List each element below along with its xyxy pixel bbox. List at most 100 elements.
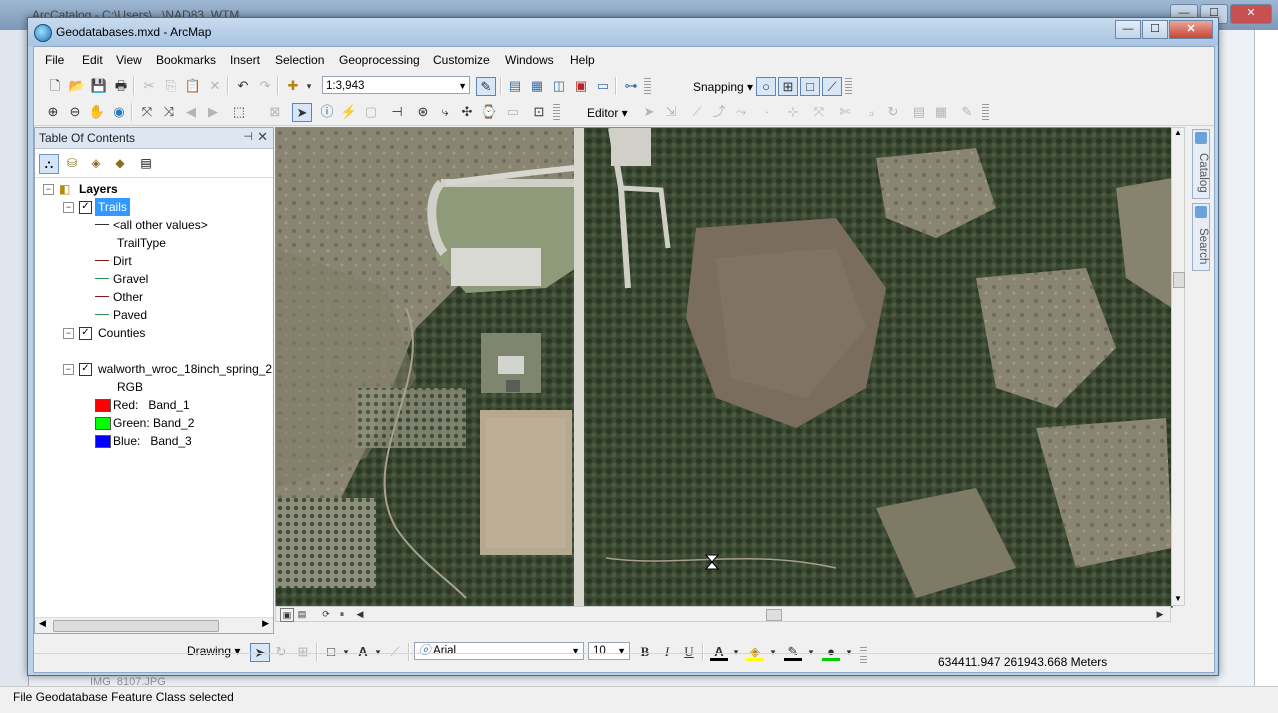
toc-close-icon[interactable]: ✕ [257, 129, 268, 145]
layer-name-raster[interactable]: walworth_wroc_18inch_spring_2 [98, 360, 272, 378]
catalog-tab[interactable]: Catalog [1192, 129, 1210, 199]
minimize-button[interactable]: — [1115, 20, 1141, 39]
scroll-left-icon[interactable]: ◀ [354, 608, 366, 620]
create-features-icon[interactable]: ✎ [958, 103, 976, 121]
measure-icon[interactable]: ⊣ [388, 103, 406, 121]
vertex-snapping-icon[interactable]: □ [800, 77, 820, 96]
sketch-properties-icon[interactable]: ▦ [932, 103, 950, 121]
list-by-drawing-order-icon[interactable]: ⛬ [39, 154, 59, 174]
collapse-icon[interactable]: − [63, 364, 74, 375]
identify-icon[interactable]: ⓘ [318, 103, 336, 121]
select-features-icon[interactable]: ⬚ [230, 103, 248, 121]
snapping-menu[interactable]: Snapping ▾ [693, 80, 753, 94]
layout-view-icon[interactable]: ▤ [296, 608, 308, 620]
point-icon[interactable]: ∙ [758, 103, 776, 121]
menu-help[interactable]: Help [570, 53, 595, 67]
edit-tool-icon[interactable]: ➤ [640, 103, 658, 121]
menu-windows[interactable]: Windows [505, 53, 554, 67]
close-button[interactable]: ✕ [1169, 20, 1213, 39]
copy-icon[interactable]: ⎘ [162, 77, 180, 95]
menu-selection[interactable]: Selection [275, 53, 324, 67]
search-window-icon[interactable]: ◫ [550, 77, 568, 95]
open-folder-icon[interactable]: 📂 [68, 77, 86, 95]
delete-icon[interactable]: ✕ [206, 77, 224, 95]
end-snapping-icon[interactable]: ⊞ [778, 77, 798, 96]
find-route-icon[interactable]: ⤷ [436, 103, 454, 121]
trace-icon[interactable]: ⤳ [732, 103, 750, 121]
endpoint-arc-icon[interactable]: ⤴ [710, 103, 728, 121]
split-tool-icon[interactable]: ⟓ [862, 103, 880, 121]
toc-horizontal-scrollbar[interactable]: ◀ ▶ [35, 617, 273, 633]
search-tab[interactable]: Search [1192, 203, 1210, 271]
layer-name-counties[interactable]: Counties [98, 324, 145, 342]
go-to-xy-icon[interactable]: ✣ [458, 103, 476, 121]
attributes-icon[interactable]: ▤ [910, 103, 928, 121]
scroll-thumb[interactable] [53, 620, 219, 632]
edit-annotation-icon[interactable]: ⇲ [662, 103, 680, 121]
scroll-right-icon[interactable]: ▶ [262, 618, 269, 629]
forward-arrow-icon[interactable]: ▶ [204, 103, 222, 121]
edit-vertices-icon[interactable]: ⊹ [784, 103, 802, 121]
layer-name-trails[interactable]: Trails [95, 198, 130, 216]
edge-snapping-icon[interactable]: ⟋ [822, 77, 842, 96]
rotate-icon[interactable]: ↻ [884, 103, 902, 121]
add-data-dropdown-icon[interactable]: ▾ [300, 77, 318, 95]
menu-customize[interactable]: Customize [433, 53, 490, 67]
model-builder-icon[interactable]: ⊶ [622, 77, 640, 95]
menu-file[interactable]: File [45, 53, 64, 67]
layer-visibility-checkbox[interactable]: ✓ [79, 327, 92, 340]
scroll-up-icon[interactable]: ▲ [1174, 128, 1182, 137]
full-extent-globe-icon[interactable]: ◉ [110, 103, 128, 121]
cut-icon[interactable]: ✂ [140, 77, 158, 95]
html-popup-icon[interactable]: ▢ [362, 103, 380, 121]
hyperlink-icon[interactable]: ⚡ [340, 103, 358, 121]
paste-icon[interactable]: 📋 [184, 77, 202, 95]
catalog-window-icon[interactable]: ▦ [528, 77, 546, 95]
fixed-zoom-in-icon[interactable]: ⤧ [138, 103, 156, 121]
layer-visibility-checkbox[interactable]: ✓ [79, 363, 92, 376]
pin-icon[interactable]: ⊣ [243, 130, 253, 143]
table-of-contents-icon[interactable]: ▤ [506, 77, 524, 95]
layer-visibility-checkbox[interactable]: ✓ [79, 201, 92, 214]
swipe-icon[interactable]: ⊡ [530, 103, 548, 121]
list-by-source-icon[interactable]: ⛁ [63, 154, 81, 172]
straight-segment-icon[interactable]: ⟋ [688, 103, 706, 121]
editor-menu[interactable]: Editor ▾ [587, 106, 628, 120]
cut-polygons-icon[interactable]: ✄ [836, 103, 854, 121]
back-arrow-icon[interactable]: ◀ [182, 103, 200, 121]
menu-view[interactable]: View [116, 53, 142, 67]
pause-drawing-icon[interactable]: ⏸ [336, 608, 348, 620]
collapse-icon[interactable]: − [63, 202, 74, 213]
select-elements-arrow-icon[interactable]: ➤ [292, 103, 312, 122]
collapse-icon[interactable]: − [43, 184, 54, 195]
point-snapping-icon[interactable]: ○ [756, 77, 776, 96]
time-slider-icon[interactable]: ⌚ [480, 103, 498, 121]
menu-geoprocessing[interactable]: Geoprocessing [339, 53, 420, 67]
create-viewer-icon[interactable]: ▭ [504, 103, 522, 121]
print-icon[interactable]: 🖶 [112, 77, 130, 95]
find-binoculars-icon[interactable]: ⊛ [414, 103, 432, 121]
data-view-icon[interactable]: ▣ [280, 608, 294, 622]
menu-bookmarks[interactable]: Bookmarks [156, 53, 216, 67]
scroll-right-icon[interactable]: ▶ [1154, 608, 1166, 620]
reshape-icon[interactable]: ⤧ [810, 103, 828, 121]
maximize-button[interactable]: ☐ [1142, 20, 1168, 39]
list-by-visibility-icon[interactable]: ◈ [87, 154, 105, 172]
save-icon[interactable]: 💾 [90, 77, 108, 95]
collapse-icon[interactable]: − [63, 328, 74, 339]
fixed-zoom-out-icon[interactable]: ⤨ [160, 103, 178, 121]
zoom-in-icon[interactable]: ⊕ [44, 103, 62, 121]
pan-hand-icon[interactable]: ✋ [88, 103, 106, 121]
menu-edit[interactable]: Edit [82, 53, 103, 67]
arctoolbox-icon[interactable]: ▣ [572, 77, 590, 95]
arcmap-titlebar[interactable]: Geodatabases.mxd - ArcMap — ☐ ✕ [28, 18, 1218, 46]
scroll-down-icon[interactable]: ▼ [1174, 594, 1182, 603]
background-close-button[interactable]: ✕ [1230, 4, 1272, 24]
toc-options-icon[interactable]: ▤ [137, 154, 155, 172]
redo-icon[interactable]: ↷ [256, 77, 274, 95]
clear-selection-icon[interactable]: ⊠ [266, 103, 284, 121]
zoom-out-icon[interactable]: ⊖ [66, 103, 84, 121]
scroll-thumb[interactable] [1173, 272, 1185, 288]
scroll-thumb[interactable] [766, 609, 782, 621]
editor-toolbar-icon[interactable]: ✎ [476, 77, 496, 96]
